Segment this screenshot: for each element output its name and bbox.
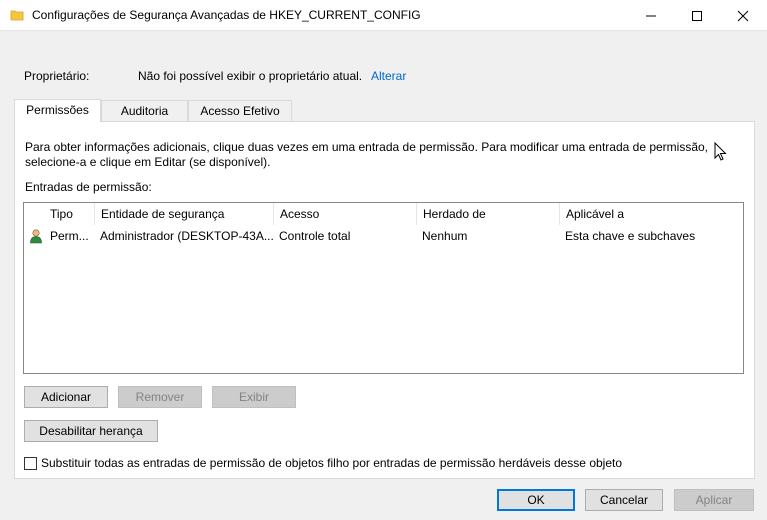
cell-access: Controle total [279,229,351,243]
tab-permissions[interactable]: Permissões [14,99,101,122]
maximize-icon [692,11,702,21]
table-row[interactable]: Perm... Administrador (DESKTOP-43A... Co… [24,225,743,247]
ok-button[interactable]: OK [497,489,575,511]
remove-button[interactable]: Remover [118,386,202,408]
cell-principal: Administrador (DESKTOP-43A... [100,229,273,243]
title-bar: Configurações de Segurança Avançadas de … [0,0,767,31]
owner-value: Não foi possível exibir o proprietário a… [138,69,363,83]
close-icon [737,10,749,22]
change-owner-link[interactable]: Alterar [371,69,406,83]
cancel-button[interactable]: Cancelar [585,489,663,511]
mouse-cursor-icon [714,142,727,161]
folder-icon [10,10,24,21]
column-header-type[interactable]: Tipo [44,203,94,225]
minimize-icon [646,15,656,17]
cell-applies: Esta chave e subchaves [565,229,696,243]
apply-button[interactable]: Aplicar [674,489,754,511]
column-header-inherited[interactable]: Herdado de [416,203,559,225]
tab-effective-access[interactable]: Acesso Efetivo [188,100,292,122]
permissions-panel: Para obter informações adicionais, cliqu… [14,121,755,479]
minimize-button[interactable] [628,0,674,31]
permission-entries-list[interactable]: Tipo Entidade de segurança Acesso Herdad… [23,202,744,374]
column-header-applies[interactable]: Aplicável a [559,203,743,225]
entries-label: Entradas de permissão: [25,180,152,194]
view-button[interactable]: Exibir [212,386,296,408]
info-text: Para obter informações adicionais, cliqu… [25,140,709,169]
window-title: Configurações de Segurança Avançadas de … [32,8,421,22]
cell-inherited: Nenhum [422,229,468,243]
cell-type: Perm... [50,229,89,243]
close-button[interactable] [720,0,766,31]
column-header-principal[interactable]: Entidade de segurança [94,203,273,225]
add-button[interactable]: Adicionar [24,386,108,408]
user-icon [30,229,42,244]
owner-label: Proprietário: [24,69,90,83]
replace-child-permissions-label: Substituir todas as entradas de permissã… [41,456,623,470]
disable-inheritance-button[interactable]: Desabilitar herança [24,420,158,442]
column-header-access[interactable]: Acesso [273,203,416,225]
list-header: Tipo Entidade de segurança Acesso Herdad… [24,203,743,225]
maximize-button[interactable] [674,0,720,31]
replace-child-permissions-checkbox[interactable] [24,457,37,470]
tab-auditing[interactable]: Auditoria [101,100,188,122]
